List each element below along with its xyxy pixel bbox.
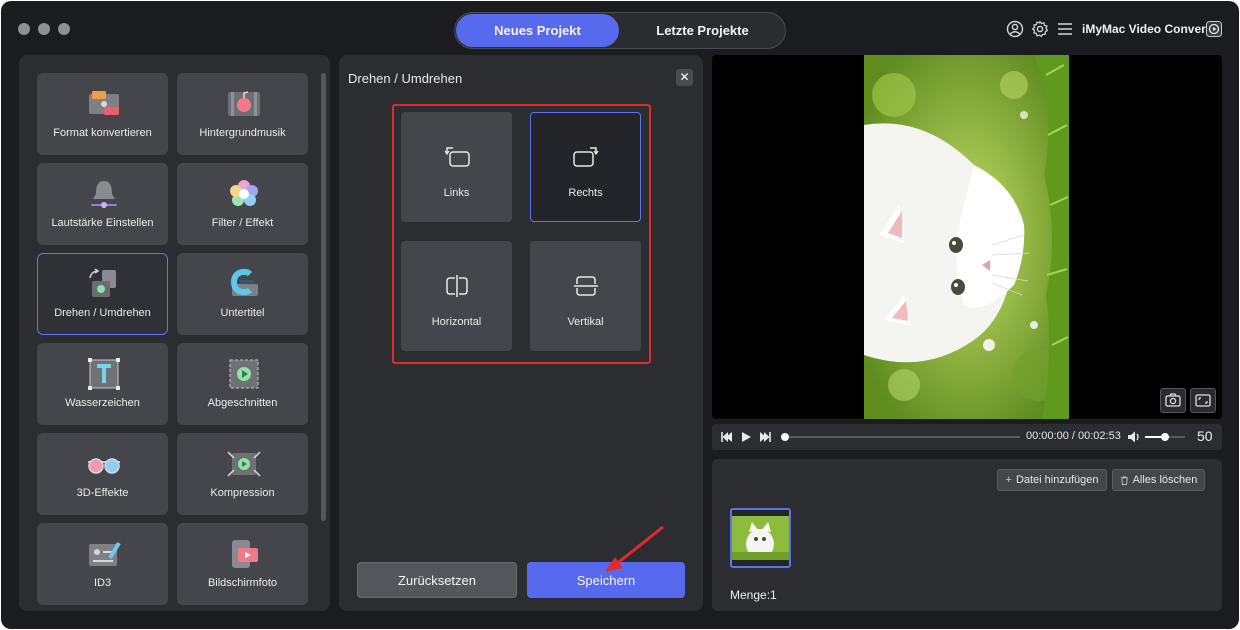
rotate-left-icon (444, 147, 470, 167)
option-label: Horizontal (431, 316, 482, 328)
add-file-label: Datei hinzufügen (1015, 474, 1099, 486)
video-thumbnail[interactable] (730, 508, 791, 568)
flip-vertical-icon (574, 276, 598, 296)
rotate-icon (89, 268, 116, 297)
tab-new-project[interactable]: Neues Projekt (456, 14, 619, 47)
option-label: Links (443, 187, 470, 199)
clear-all-label: Alles löschen (1132, 474, 1198, 486)
window-zoom-dot[interactable] (58, 23, 70, 35)
progress-knob[interactable] (781, 433, 789, 441)
tab-recent-projects[interactable]: Letzte Projekte (621, 14, 784, 47)
flip-vertical-option[interactable]: Vertikal (530, 241, 641, 351)
trash-icon (1120, 475, 1128, 485)
add-file-button[interactable]: + Datei hinzufügen (997, 469, 1107, 491)
crop-icon (229, 359, 259, 389)
screenshot-icon (232, 540, 258, 568)
tool-background-music[interactable]: Hintergrundmusik (177, 73, 308, 155)
tool-filter[interactable]: Filter / Effekt (177, 163, 308, 245)
close-button[interactable]: ✕ (676, 69, 693, 86)
video-preview[interactable] (712, 55, 1222, 419)
app-logo-icon (1206, 21, 1222, 37)
account-icon[interactable] (1006, 20, 1024, 38)
window-close-dot[interactable] (18, 23, 30, 35)
app-window: Neues Projekt Letzte Projekte iMyMac Vid… (1, 1, 1239, 629)
panel-title: Drehen / Umdrehen (348, 71, 463, 86)
tool-rotate[interactable]: Drehen / Umdrehen (37, 253, 168, 335)
project-tabs: Neues Projekt Letzte Projekte (454, 12, 786, 49)
subtitle-icon (230, 268, 258, 296)
volume-slider[interactable] (1145, 433, 1185, 441)
file-count: Menge:1 (730, 588, 777, 602)
menu-icon[interactable] (1056, 20, 1074, 38)
tools-scrollbar[interactable] (321, 73, 326, 521)
file-list-panel: + Datei hinzufügen Alles löschen Menge:1 (712, 459, 1222, 611)
tool-label: Wasserzeichen (65, 397, 140, 409)
tool-screenshot[interactable]: Bildschirmfoto (177, 523, 308, 605)
tool-label: ID3 (93, 577, 112, 589)
rotate-left-option[interactable]: Links (401, 112, 512, 222)
tool-watermark[interactable]: Wasserzeichen (37, 343, 168, 425)
tool-label: Abgeschnitten (207, 397, 278, 409)
tool-label: Kompression (210, 487, 275, 499)
rotate-right-icon (573, 147, 599, 167)
tool-id3[interactable]: ID3 (37, 523, 168, 605)
skip-back-icon[interactable] (721, 431, 733, 443)
tool-format-convert[interactable]: Format konvertieren (37, 73, 168, 155)
tool-label: Lautstärke Einstellen (51, 217, 154, 229)
volume-knob[interactable] (1161, 433, 1169, 441)
progress-track[interactable] (781, 433, 1020, 441)
timecode: 00:00:00 / 00:02:53 (1026, 430, 1121, 442)
playback-controls: 00:00:00 / 00:02:53 50 (712, 424, 1222, 450)
reset-button[interactable]: Zurücksetzen (357, 562, 517, 598)
tool-label: Format konvertieren (53, 127, 152, 139)
3d-glasses-icon (88, 458, 120, 474)
tool-subtitle[interactable]: Untertitel (177, 253, 308, 335)
tool-crop[interactable]: Abgeschnitten (177, 343, 308, 425)
compression-icon (227, 451, 261, 477)
volume-icon[interactable] (1127, 430, 1141, 444)
tool-label: Filter / Effekt (211, 217, 274, 229)
flip-horizontal-icon (446, 275, 468, 297)
red-arrow-annotation (605, 525, 664, 572)
window-minimize-dot[interactable] (38, 23, 50, 35)
background-music-icon (228, 91, 260, 116)
rotate-panel: Drehen / Umdrehen ✕ Links Rechts Horizon… (339, 55, 703, 611)
fullscreen-icon (1195, 394, 1211, 407)
tool-label: Drehen / Umdrehen (54, 307, 151, 319)
tool-compression[interactable]: Kompression (177, 433, 308, 515)
gear-icon[interactable] (1031, 20, 1049, 38)
tool-label: Bildschirmfoto (207, 577, 278, 589)
watermark-icon (88, 358, 120, 390)
flip-horizontal-option[interactable]: Horizontal (401, 241, 512, 351)
option-label: Rechts (568, 187, 603, 199)
tool-label: Hintergrundmusik (199, 127, 286, 139)
format-convert-icon (89, 91, 119, 115)
kitten-thumbnail-image (732, 510, 789, 566)
volume-value: 50 (1197, 428, 1213, 444)
tool-label: Untertitel (220, 307, 265, 319)
app-name: iMyMac Video Converter (1082, 22, 1222, 36)
camera-icon (1165, 393, 1181, 407)
option-label: Vertikal (567, 316, 604, 328)
skip-forward-icon[interactable] (759, 431, 771, 443)
filter-flower-icon (230, 180, 258, 206)
play-icon[interactable] (740, 431, 752, 443)
fullscreen-button[interactable] (1190, 388, 1216, 413)
clear-all-button[interactable]: Alles löschen (1112, 469, 1205, 491)
tool-volume[interactable]: Lautstärke Einstellen (37, 163, 168, 245)
volume-bell-icon (91, 181, 117, 208)
kitten-video-frame (864, 55, 1069, 419)
id3-tag-icon (89, 541, 121, 566)
plus-icon: + (1005, 474, 1012, 486)
tool-3d-effects[interactable]: 3D-Effekte (37, 433, 168, 515)
rotate-right-option[interactable]: Rechts (530, 112, 641, 222)
tools-panel: Format konvertieren Hintergrundmusik Lau… (19, 55, 330, 611)
snapshot-button[interactable] (1160, 388, 1186, 413)
tool-label: 3D-Effekte (76, 487, 129, 499)
